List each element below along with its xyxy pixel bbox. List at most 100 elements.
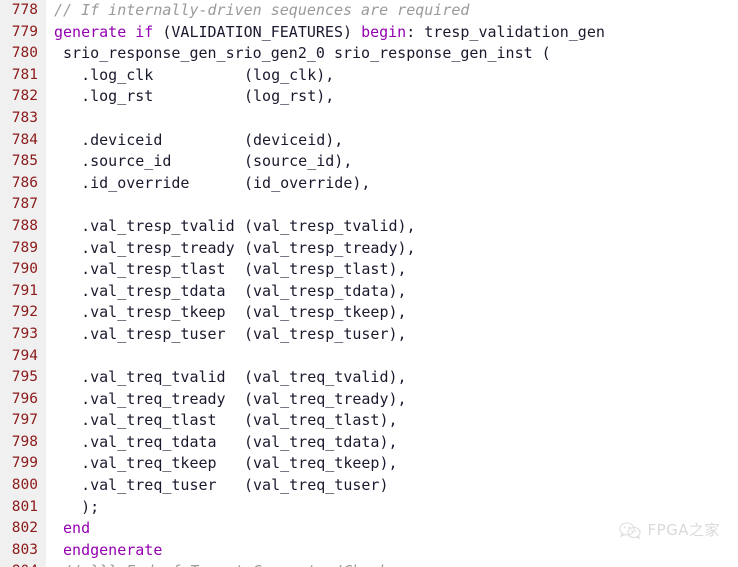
code-line[interactable]: 802 end <box>0 518 738 540</box>
keyword-token: generate <box>54 22 127 41</box>
line-number: 796 <box>11 390 38 407</box>
port-signal: (val_tresp_tready), <box>244 238 416 257</box>
code-line[interactable]: 788 .val_tresp_tvalid (val_tresp_tvalid), <box>0 216 738 238</box>
line-number: 802 <box>11 520 38 537</box>
line-content: .val_treq_tdata (val_treq_tdata), <box>38 432 397 454</box>
code-line[interactable]: 800 .val_treq_tuser (val_treq_tuser) <box>0 475 738 497</box>
port-name: .val_treq_tvalid <box>54 368 226 387</box>
code-line[interactable]: 795 .val_treq_tvalid (val_treq_tvalid), <box>0 367 738 389</box>
port-connection: .val_tresp_tvalid (val_tresp_tvalid), <box>54 216 416 238</box>
port-connection: .val_tresp_tdata (val_tresp_tdata), <box>54 281 406 303</box>
code-line[interactable]: 799 .val_treq_tkeep (val_treq_tkeep), <box>0 453 738 475</box>
line-number: 788 <box>11 217 38 234</box>
code-line[interactable]: 785 .source_id (source_id), <box>0 151 738 173</box>
port-connection: .val_tresp_tready (val_tresp_tready), <box>54 238 416 260</box>
line-number: 783 <box>11 109 38 126</box>
line-number: 798 <box>11 433 38 450</box>
code-line[interactable]: 780 srio_response_gen_srio_gen2_0 srio_r… <box>0 43 738 65</box>
port-name: .val_tresp_tkeep <box>54 303 226 322</box>
code-line[interactable]: 803 endgenerate <box>0 540 738 562</box>
port-signal: (val_tresp_tuser), <box>244 324 407 343</box>
line-content: .log_clk (log_clk), <box>38 65 334 87</box>
code-line[interactable]: 783 <box>0 108 738 130</box>
keyword-token: end <box>54 519 91 538</box>
line-content: generate if (VALIDATION_FEATURES) begin:… <box>38 22 605 44</box>
line-number: 779 <box>11 23 38 40</box>
code-line[interactable]: 789 .val_tresp_tready (val_tresp_tready), <box>0 238 738 260</box>
port-signal: (deviceid), <box>244 130 344 149</box>
code-line[interactable]: 781 .log_clk (log_clk), <box>0 65 738 87</box>
code-line[interactable]: 796 .val_treq_tready (val_treq_tready), <box>0 389 738 411</box>
port-signal: (val_tresp_tlast), <box>244 260 407 279</box>
code-line[interactable]: 798 .val_treq_tdata (val_treq_tdata), <box>0 432 738 454</box>
line-number: 797 <box>11 412 38 429</box>
port-name: .val_tresp_tvalid <box>54 216 235 235</box>
code-line[interactable]: 791 .val_tresp_tdata (val_tresp_tdata), <box>0 281 738 303</box>
port-signal: (log_clk), <box>244 65 335 84</box>
port-signal: (val_treq_tuser) <box>244 476 389 495</box>
line-number: 799 <box>11 455 38 472</box>
line-content: endgenerate <box>38 540 162 562</box>
code-token: : tresp_validation_gen <box>406 22 605 41</box>
code-line[interactable]: 787 <box>0 194 738 216</box>
port-name: .deviceid <box>54 130 163 149</box>
port-signal: (val_treq_tvalid), <box>244 368 407 387</box>
port-signal: (source_id), <box>244 152 353 171</box>
line-number: 787 <box>11 196 38 213</box>
port-name: .val_treq_tlast <box>54 411 217 430</box>
line-content: .source_id (source_id), <box>38 151 352 173</box>
line-number: 790 <box>11 261 38 278</box>
line-content: .val_tresp_tlast (val_tresp_tlast), <box>38 259 407 281</box>
code-line[interactable]: 790 .val_tresp_tlast (val_tresp_tlast), <box>0 259 738 281</box>
port-signal: (val_treq_tkeep), <box>244 454 398 473</box>
port-connection: .log_rst (log_rst), <box>54 86 334 108</box>
code-viewer: 778 // If internally-driven sequences are… <box>0 0 738 567</box>
code-line[interactable]: 793 .val_tresp_tuser (val_tresp_tuser), <box>0 324 738 346</box>
line-content: .val_tresp_tdata (val_tresp_tdata), <box>38 281 406 303</box>
port-signal: (id_override), <box>244 173 371 192</box>
port-name: .val_treq_tdata <box>54 432 217 451</box>
code-line[interactable]: 804 // }}} End of Target Generator/Check… <box>0 561 738 567</box>
line-number: 778 <box>11 2 38 18</box>
port-name: .source_id <box>54 152 172 171</box>
code-line-list[interactable]: 778 // If internally-driven sequences are… <box>0 0 738 567</box>
code-line[interactable]: 782 .log_rst (log_rst), <box>0 86 738 108</box>
line-number: 793 <box>11 325 38 342</box>
line-number: 784 <box>11 131 38 148</box>
code-line[interactable]: 797 .val_treq_tlast (val_treq_tlast), <box>0 410 738 432</box>
line-content: srio_response_gen_srio_gen2_0 srio_respo… <box>38 43 551 65</box>
line-content: .val_tresp_tvalid (val_tresp_tvalid), <box>38 216 416 238</box>
code-line[interactable]: 794 <box>0 346 738 368</box>
code-line[interactable]: 779 generate if (VALIDATION_FEATURES) beg… <box>0 22 738 44</box>
line-number: 780 <box>11 45 38 62</box>
code-line[interactable]: 801 ); <box>0 497 738 519</box>
port-connection: .log_clk (log_clk), <box>54 65 334 87</box>
port-name: .val_tresp_tlast <box>54 260 226 279</box>
code-line[interactable]: 786 .id_override (id_override), <box>0 173 738 195</box>
keyword-token: endgenerate <box>54 540 163 559</box>
port-name: .log_clk <box>54 65 154 84</box>
line-content: // }}} End of Target Generator/Checker -… <box>38 561 506 567</box>
port-connection: .source_id (source_id), <box>54 151 352 173</box>
port-name: .val_tresp_tready <box>54 238 235 257</box>
code-line[interactable]: 784 .deviceid (deviceid), <box>0 130 738 152</box>
port-name: .val_tresp_tuser <box>54 324 226 343</box>
line-number: 795 <box>11 369 38 386</box>
code-line[interactable]: 778 // If internally-driven sequences are… <box>0 0 738 22</box>
port-signal: (log_rst), <box>244 87 335 106</box>
line-content: .val_treq_tlast (val_treq_tlast), <box>38 410 398 432</box>
line-content: // If internally-driven sequences are re… <box>38 0 469 22</box>
code-line[interactable]: 792 .val_tresp_tkeep (val_tresp_tkeep), <box>0 302 738 324</box>
line-number: 804 <box>0 561 38 567</box>
line-number: 786 <box>11 174 38 191</box>
port-signal: (val_treq_tlast), <box>244 411 398 430</box>
line-number: 791 <box>11 282 38 299</box>
line-content: .val_treq_tuser (val_treq_tuser) <box>38 475 389 497</box>
code-token: ); <box>54 497 100 516</box>
port-signal: (val_treq_tready), <box>244 389 407 408</box>
port-signal: (val_tresp_tkeep), <box>244 303 407 322</box>
port-connection: .id_override (id_override), <box>54 173 370 195</box>
keyword-token: if <box>135 22 154 41</box>
line-content: .id_override (id_override), <box>38 173 370 195</box>
